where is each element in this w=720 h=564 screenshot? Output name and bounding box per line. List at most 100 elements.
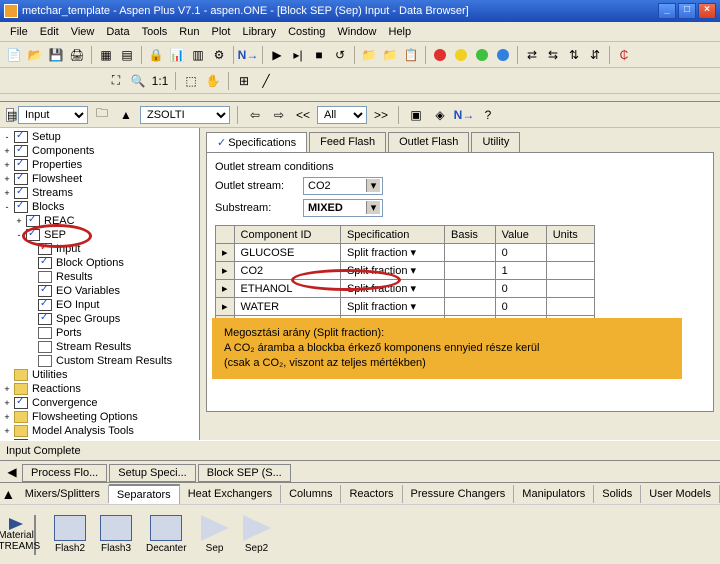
palette-tab-columns[interactable]: Columns xyxy=(281,485,341,503)
sheet-tab[interactable]: Process Flo... xyxy=(22,464,107,482)
maximize-button[interactable]: □ xyxy=(678,3,696,19)
sheet-icon[interactable]: 📋 xyxy=(401,45,421,65)
tab-scroll-left-icon[interactable]: ◀ xyxy=(4,462,20,482)
nav-back-icon[interactable]: ⇦ xyxy=(245,105,265,125)
flow4-icon[interactable]: ⇵ xyxy=(585,45,605,65)
results-icon[interactable]: ◈ xyxy=(430,105,450,125)
status-yellow-icon[interactable] xyxy=(451,45,471,65)
palette-tab-mixers-splitters[interactable]: Mixers/Splitters xyxy=(17,485,109,503)
nav-next-required-button[interactable]: N→ xyxy=(454,105,474,125)
tree-item[interactable]: Utilities xyxy=(2,368,197,382)
tree-pane[interactable]: -Setup+Components+Properties+Flowsheet+S… xyxy=(0,128,200,440)
data-icon[interactable]: ▦ xyxy=(96,45,116,65)
form-view-icon[interactable]: ▣ xyxy=(406,105,426,125)
palette-tab-reactors[interactable]: Reactors xyxy=(341,485,402,503)
zoom-actual-icon[interactable]: 1:1 xyxy=(150,71,170,91)
table-row[interactable]: ▸GLUCOSESplit fraction ▾0 xyxy=(216,244,595,262)
tab-feed-flash[interactable]: Feed Flash xyxy=(309,132,386,152)
tree-item[interactable]: Block Options xyxy=(2,256,197,270)
table-row[interactable]: ▸WATERSplit fraction ▾0 xyxy=(216,298,595,316)
tree-item[interactable]: Spec Groups xyxy=(2,312,197,326)
tree-item[interactable]: EO Variables xyxy=(2,284,197,298)
menu-tools[interactable]: Tools xyxy=(136,24,174,40)
palette-tab-separators[interactable]: Separators xyxy=(109,484,180,504)
palette-tab-heat-exchangers[interactable]: Heat Exchangers xyxy=(180,485,281,503)
minimize-button[interactable]: _ xyxy=(658,3,676,19)
tree-item[interactable]: +Reactions xyxy=(2,382,197,396)
model-flash2[interactable]: Flash2 xyxy=(54,515,86,554)
menu-plot[interactable]: Plot xyxy=(205,24,236,40)
tab-outlet-flash[interactable]: Outlet Flash xyxy=(388,132,469,152)
model-decanter[interactable]: Decanter xyxy=(146,515,187,554)
palette-tab-solids[interactable]: Solids xyxy=(594,485,641,503)
run-icon[interactable]: ▶ xyxy=(267,45,287,65)
chart-icon[interactable]: 📊 xyxy=(167,45,187,65)
substream-combo[interactable]: MIXED xyxy=(303,199,383,217)
model-sep[interactable]: Sep xyxy=(201,515,229,554)
table-row[interactable]: ▸CO2Split fraction ▾1 xyxy=(216,262,595,280)
user-combo[interactable]: ZSOLTI xyxy=(140,106,230,124)
tree-item[interactable]: -Setup xyxy=(2,130,197,144)
sheet-tab[interactable]: Setup Speci... xyxy=(109,464,196,482)
tree-item[interactable]: Ports xyxy=(2,326,197,340)
tree-item[interactable]: Results xyxy=(2,270,197,284)
menu-data[interactable]: Data xyxy=(100,24,135,40)
tree-item[interactable]: +Convergence xyxy=(2,396,197,410)
status-green-icon[interactable] xyxy=(472,45,492,65)
tree-item[interactable]: +Streams xyxy=(2,186,197,200)
tree-item[interactable]: Custom Stream Results xyxy=(2,354,197,368)
menu-file[interactable]: File xyxy=(4,24,34,40)
tree-item[interactable]: Input xyxy=(2,242,197,256)
zoom-fit-icon[interactable]: ⛶ xyxy=(106,71,126,91)
menu-edit[interactable]: Edit xyxy=(34,24,65,40)
nav-next-button[interactable]: >> xyxy=(371,105,391,125)
palette-tab-pressure-changers[interactable]: Pressure Changers xyxy=(403,485,515,503)
browse-icon[interactable]: 🗀 xyxy=(92,105,112,125)
open-icon[interactable]: 📂 xyxy=(25,45,45,65)
pane-combo[interactable]: Input xyxy=(18,106,88,124)
tree-item[interactable]: EO Input xyxy=(2,298,197,312)
lock-icon[interactable]: 🔒 xyxy=(146,45,166,65)
tree-item[interactable]: +Flowsheet xyxy=(2,172,197,186)
costing-icon[interactable]: ₵ xyxy=(614,45,634,65)
new-icon[interactable]: 📄 xyxy=(4,45,24,65)
palette-pointer-icon[interactable]: ▲ xyxy=(0,486,17,502)
settings-icon[interactable]: ⚙ xyxy=(209,45,229,65)
model-sep2[interactable]: Sep2 xyxy=(243,515,271,554)
tree-item[interactable]: +Flowsheeting Options xyxy=(2,410,197,424)
zoom-in-icon[interactable]: 🔍 xyxy=(128,71,148,91)
outlet-stream-combo[interactable]: CO2 xyxy=(303,177,383,195)
table-icon[interactable]: ▥ xyxy=(188,45,208,65)
step-icon[interactable]: ▸| xyxy=(288,45,308,65)
tree-item[interactable]: +Model Analysis Tools xyxy=(2,424,197,438)
menu-costing[interactable]: Costing xyxy=(282,24,331,40)
folder2-icon[interactable]: 📁 xyxy=(380,45,400,65)
model-flash3[interactable]: Flash3 xyxy=(100,515,132,554)
menu-run[interactable]: Run xyxy=(173,24,205,40)
menu-help[interactable]: Help xyxy=(383,24,418,40)
nav-prev-button[interactable]: << xyxy=(293,105,313,125)
menu-library[interactable]: Library xyxy=(236,24,282,40)
close-button[interactable]: × xyxy=(698,3,716,19)
align-icon[interactable]: ⊞ xyxy=(234,71,254,91)
save-icon[interactable]: 💾 xyxy=(46,45,66,65)
flow1-icon[interactable]: ⇄ xyxy=(522,45,542,65)
nav-fwd-icon[interactable]: ⇨ xyxy=(269,105,289,125)
tree-item[interactable]: Stream Results xyxy=(2,340,197,354)
tree-item[interactable]: +Components xyxy=(2,144,197,158)
print-icon[interactable]: 🖨 xyxy=(67,45,87,65)
flow3-icon[interactable]: ⇅ xyxy=(564,45,584,65)
reset-icon[interactable]: ↺ xyxy=(330,45,350,65)
folder1-icon[interactable]: 📁 xyxy=(359,45,379,65)
filter-combo[interactable]: All xyxy=(317,106,367,124)
table-row[interactable]: ▸ETHANOLSplit fraction ▾0 xyxy=(216,280,595,298)
tree-item[interactable]: -Blocks xyxy=(2,200,197,214)
help-icon[interactable]: ? xyxy=(478,105,498,125)
status-blue-icon[interactable] xyxy=(493,45,513,65)
grid-icon[interactable]: ▤ xyxy=(117,45,137,65)
connector-icon[interactable]: ╱ xyxy=(256,71,276,91)
status-red-icon[interactable] xyxy=(430,45,450,65)
menu-view[interactable]: View xyxy=(65,24,101,40)
tab-utility[interactable]: Utility xyxy=(471,132,520,152)
tree-item[interactable]: +EO Configuration xyxy=(2,438,197,440)
